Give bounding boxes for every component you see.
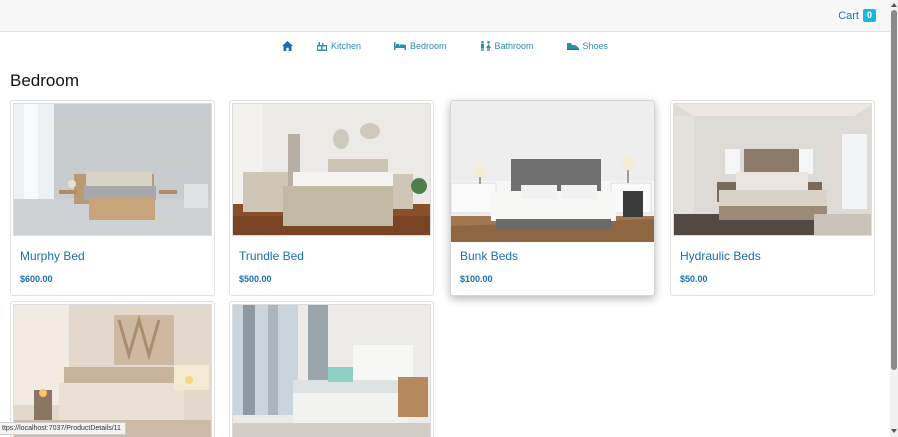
- product-image[interactable]: [232, 103, 431, 236]
- kitchen-icon: [316, 41, 327, 51]
- product-price: $100.00: [460, 274, 493, 284]
- top-bar: Cart 0: [0, 0, 890, 32]
- product-image[interactable]: [13, 304, 212, 437]
- page-title: Bedroom: [10, 71, 79, 90]
- scroll-down-arrow-icon[interactable]: [891, 428, 897, 434]
- product-image[interactable]: [13, 103, 212, 236]
- category-nav: Kitchen Bedroom Bathroom Shoes: [0, 38, 890, 54]
- cart-link[interactable]: Cart 0: [838, 9, 876, 22]
- product-card[interactable]: Trundle Bed $500.00: [229, 100, 434, 296]
- product-name[interactable]: Bunk Beds: [460, 249, 518, 263]
- product-price: $50.00: [680, 274, 708, 284]
- nav-home[interactable]: [281, 41, 293, 51]
- cart-count-badge: 0: [862, 9, 876, 22]
- nav-item-label: Kitchen: [330, 41, 361, 51]
- product-image[interactable]: [232, 304, 431, 437]
- nav-item-shoes[interactable]: Shoes: [566, 41, 609, 51]
- product-price: $500.00: [239, 274, 272, 284]
- product-card[interactable]: [229, 301, 434, 437]
- nav-item-label: Bedroom: [409, 41, 447, 51]
- nav-item-bedroom[interactable]: Bedroom: [393, 41, 447, 51]
- product-name[interactable]: Trundle Bed: [239, 249, 304, 263]
- cart-label: Cart: [838, 9, 859, 22]
- product-name[interactable]: Hydraulic Beds: [680, 249, 761, 263]
- nav-item-label: Bathroom: [494, 41, 534, 51]
- status-bar-url: ttps://localhost:7037/ProductDetails/11: [0, 422, 126, 435]
- nav-item-bathroom[interactable]: Bathroom: [480, 41, 534, 51]
- bed-icon: [393, 42, 406, 50]
- product-card[interactable]: Bunk Beds $100.00: [450, 100, 655, 296]
- product-price: $600.00: [20, 274, 53, 284]
- nav-item-kitchen[interactable]: Kitchen: [316, 41, 361, 51]
- product-card[interactable]: Murphy Bed $600.00: [10, 100, 215, 296]
- product-card[interactable]: Hydraulic Beds $50.00: [670, 100, 875, 296]
- nav-item-label: Shoes: [582, 41, 609, 51]
- product-card[interactable]: [10, 301, 215, 437]
- bathroom-icon: [480, 41, 491, 51]
- vertical-scrollbar[interactable]: [890, 0, 898, 437]
- product-name[interactable]: Murphy Bed: [20, 249, 85, 263]
- scrollbar-thumb[interactable]: [891, 10, 897, 370]
- home-icon: [281, 41, 293, 51]
- product-image[interactable]: [451, 101, 654, 242]
- product-image[interactable]: [673, 103, 872, 236]
- scroll-up-arrow-icon[interactable]: [891, 2, 897, 8]
- shoe-icon: [566, 43, 579, 50]
